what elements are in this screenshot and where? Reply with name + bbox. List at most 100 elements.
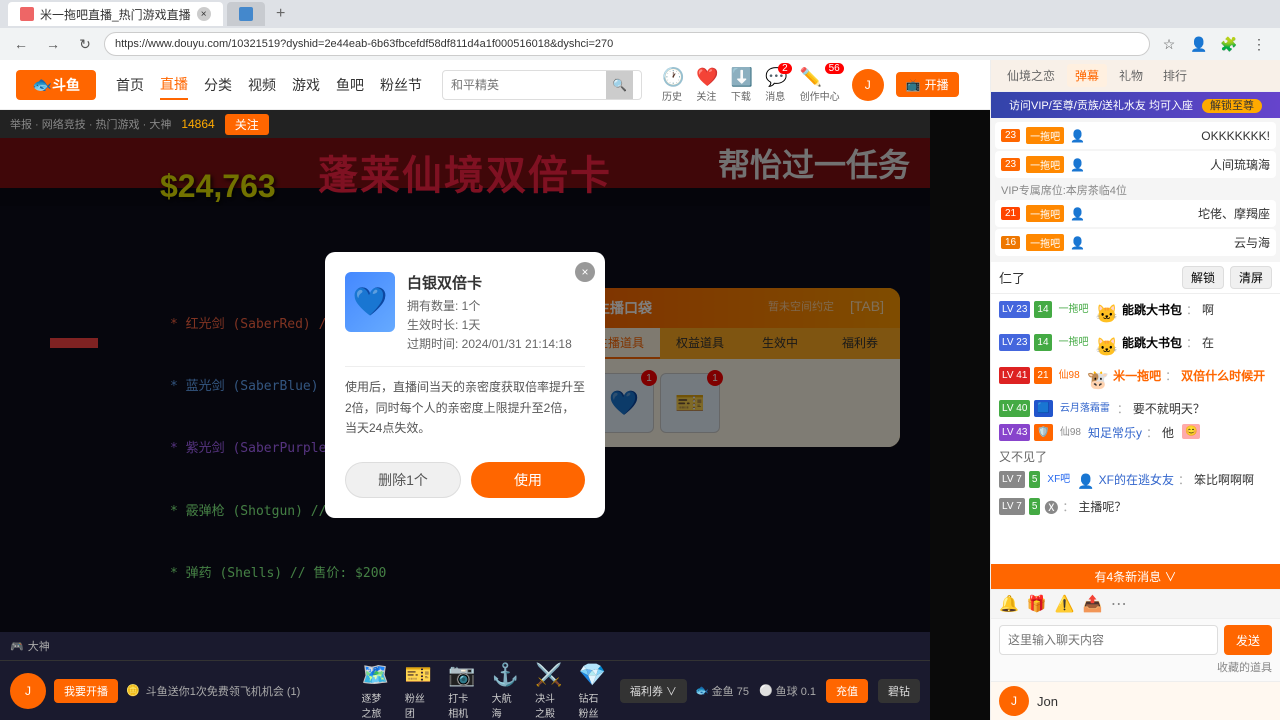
anchor-level-1: 23 [1001,158,1020,171]
bookmark-icon[interactable]: ☆ [1156,31,1182,57]
tab-favicon [20,7,34,21]
chat-text-0: 啊 [1202,301,1214,319]
user-avatar[interactable]: J [852,69,884,101]
stream-content: 举报 · 网络竞技 · 热门游戏 · 大神 14864 关注 蓬莱仙境双倍卡 帮… [0,110,990,720]
anchor-icon-wrap-2: 👤 [1070,207,1192,221]
search-input[interactable] [451,78,606,92]
unlock-button[interactable]: 解锁 [1182,266,1224,289]
user-bottom-avatar: J [10,673,46,709]
chat-guild-icon-5: 5 [1029,471,1041,488]
nav-home[interactable]: 首页 [116,71,144,99]
chat-colon-6: ： [1062,498,1074,516]
vip-banner: 访问VIP/至尊/贡族/送礼水友 均可入座 解锁至尊 [991,92,1280,118]
anchor-tag-0: 一拖吧 [1026,127,1064,144]
fish-ball-item: ⚪ 鱼球 0.1 [759,679,816,703]
coupon-button[interactable]: 福利券 ∨ [620,679,687,703]
sidebar-tab-0[interactable]: 仙境之恋 [999,64,1063,87]
chat-input-row: 发送 [999,625,1272,655]
gift-label-5: 钻石粉丝 [578,690,605,720]
chat-guild-4: 仙98 [1057,424,1084,441]
clear-screen-button[interactable]: 清屏 [1230,266,1272,289]
cyan-diamond-button[interactable]: 碧钻 [878,679,920,703]
search-button[interactable]: 🔍 [606,71,633,99]
nav-fishpond[interactable]: 鱼吧 [336,71,364,99]
extension-icon[interactable]: 🧩 [1216,31,1242,57]
chat-input-field[interactable] [999,625,1218,655]
chat-text-2: 双倍什么时候开 [1181,367,1265,385]
inactive-favicon [239,7,253,21]
nav-category[interactable]: 分类 [204,71,232,99]
anchor-icon-wrap-0: 👤 [1070,129,1195,143]
gift-tool-icon[interactable]: 🎁 [1027,594,1047,614]
nav-video[interactable]: 视频 [248,71,276,99]
download-action[interactable]: ⬇️ 下载 [731,67,753,103]
nav-live[interactable]: 直播 [160,70,188,100]
gift-item-1[interactable]: 🎫 粉丝团 [399,660,438,720]
main-container: 🐟 斗鱼 首页 直播 分类 视频 游戏 鱼吧 粉丝节 🔍 🕐 历史 [0,60,1280,720]
dialog-cancel-button[interactable]: 删除1个 [345,462,461,498]
new-messages-bar[interactable]: 有4条新消息 ∨ [991,564,1280,589]
history-action[interactable]: 🕐 历史 [662,67,684,103]
browser-chrome: 米一拖吧直播_热门游戏直播 × + ← → ↻ https://www.douy… [0,0,1280,60]
chat-message-5: LV 7 5 XF吧 👤 XF的在逃女友 ： 笨比啊啊啊 [999,468,1272,495]
dialog-close-icon[interactable]: × [575,262,595,282]
more-tool-icon[interactable]: ⋯ [1111,594,1127,614]
sidebar-tab-1[interactable]: 弹幕 [1067,64,1107,87]
nav-game[interactable]: 游戏 [292,71,320,99]
sidebar-tab-3[interactable]: 排行 [1155,64,1195,87]
sidebar-tab-2[interactable]: 礼物 [1111,64,1151,87]
dialog-actions: 删除1个 使用 [345,462,585,498]
go-live-button[interactable]: 📺 开播 [896,72,959,97]
chat-guild-icon-2: 21 [1034,367,1051,384]
stream-category: 举报 · 网络竞技 · 热门游戏 · 大神 [10,116,171,132]
chat-lv-0: LV 23 [999,301,1030,318]
address-bar[interactable]: https://www.douyu.com/10321519?dyshid=2e… [104,32,1150,56]
forward-button[interactable]: → [40,31,66,57]
notification-label: 消息 [765,88,787,103]
dialog-confirm-button[interactable]: 使用 [471,462,585,498]
notification-action[interactable]: 💬 消息 2 [765,67,787,103]
gift-icon-3: ⚓ [492,662,519,688]
chat-lv-1: LV 23 [999,334,1030,351]
broadcast-button[interactable]: 我要开播 [54,679,118,703]
user-avatar-bottom: J [999,686,1029,716]
dialog-expire: 过期时间: 2024/01/31 21:14:18 [407,335,572,354]
search-bar[interactable]: 🔍 [442,70,642,100]
chat-avatar-icon-0: 🐱 [1096,301,1118,328]
profile-icon[interactable]: 👤 [1186,31,1212,57]
history-icon: 🕐 [662,67,684,88]
send-button[interactable]: 发送 [1224,625,1272,655]
site-header: 🐟 斗鱼 首页 直播 分类 视频 游戏 鱼吧 粉丝节 🔍 🕐 历史 [0,60,990,110]
save-tool-link[interactable]: 收藏的道具 [999,659,1272,675]
anchor-level-0: 23 [1001,129,1020,142]
gift-item-3[interactable]: ⚓ 大航海 [486,660,525,720]
chat-colon-3: ： [1117,400,1129,418]
chat-text-5: 笨比啊啊啊 [1194,471,1254,489]
back-button[interactable]: ← [8,31,34,57]
chat-guild-1: 一拖吧 [1056,334,1092,351]
new-tab-button[interactable]: + [269,2,293,26]
follow-button[interactable]: 关注 [225,114,269,135]
share-tool-icon[interactable]: 📤 [1083,594,1103,614]
menu-icon[interactable]: ⋮ [1246,31,1272,57]
gift-item-4[interactable]: ⚔️ 决斗之殿 [529,660,568,720]
gift-item-5[interactable]: 💎 钻石粉丝 [572,660,611,720]
active-tab[interactable]: 米一拖吧直播_热门游戏直播 × [8,2,223,26]
gift-item-0[interactable]: 🗺️ 逐梦之旅 [355,660,394,720]
inactive-tab[interactable] [227,2,265,26]
sound-tool-icon[interactable]: 🔔 [999,594,1019,614]
anchor-card-1: 23 一拖吧 👤 人间琉璃海 [995,151,1276,178]
chat-colon-1: ： [1186,334,1198,352]
recharge-button[interactable]: 充值 [826,679,868,703]
reload-button[interactable]: ↻ [72,31,98,57]
creator-badge: 56 [825,63,844,74]
gift-label-2: 打卡相机 [448,690,475,720]
tab-close-icon[interactable]: × [197,7,211,21]
vip-unlock-button[interactable]: 解锁至尊 [1202,99,1262,113]
follow-action[interactable]: ❤️ 关注 [696,67,718,103]
creator-action[interactable]: ✏️ 创作中心 56 [800,67,840,103]
report-tool-icon[interactable]: ⚠️ [1055,594,1075,614]
gift-item-2[interactable]: 📷 打卡相机 [442,660,481,720]
chat-username-5: XF的在逃女友 [1099,471,1174,489]
nav-fanfest[interactable]: 粉丝节 [380,71,422,99]
